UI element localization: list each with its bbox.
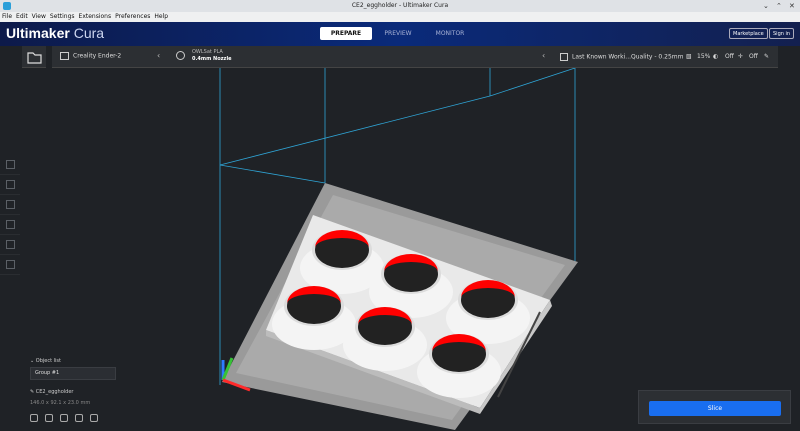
menu-edit[interactable]: Edit — [16, 12, 28, 22]
support-icon: ◐ — [713, 53, 719, 60]
stage-tabs: PREPARE PREVIEW MONITOR — [320, 27, 476, 40]
slice-button[interactable]: Slice — [649, 401, 781, 416]
chevron-left-icon[interactable]: ‹ — [157, 51, 160, 60]
chevron-left-icon[interactable]: ‹ — [542, 51, 545, 60]
menu-extensions[interactable]: Extensions — [79, 12, 112, 22]
material-icon — [176, 51, 185, 60]
adhesion-value: Off — [749, 53, 758, 60]
move-icon — [5, 160, 15, 169]
support-blocker-button[interactable] — [0, 255, 20, 275]
object-list-panel: ⌄ Object list Group #1 — [30, 358, 116, 380]
object-name[interactable]: ✎ CE2_eggholder — [30, 389, 73, 395]
menu-view[interactable]: View — [32, 12, 46, 22]
edit-settings-icon[interactable]: ✎ — [764, 53, 769, 60]
print-settings-selector[interactable]: Last Known Worki...Quality - 0.25mm — [560, 53, 683, 61]
tab-monitor[interactable]: MONITOR — [424, 27, 476, 40]
infill-icon: ▧ — [686, 53, 692, 60]
minimize-button[interactable]: ⌄ — [763, 0, 769, 12]
title-bar: CE2_eggholder - Ultimaker Cura ⌄ ⌃ ✕ — [0, 0, 800, 12]
3d-view-icon[interactable] — [30, 414, 38, 422]
rotate-icon — [5, 200, 15, 209]
menu-bar: File Edit View Settings Extensions Prefe… — [0, 12, 800, 22]
cura-app-icon — [3, 2, 11, 10]
tab-prepare[interactable]: PREPARE — [320, 27, 372, 40]
menu-help[interactable]: Help — [154, 12, 168, 22]
printer-selector[interactable]: Creality Ender-2 — [60, 52, 121, 60]
material-selector[interactable]: OWLSat PLA 0.4mm Nozzle — [192, 49, 232, 63]
app-header: Ultimaker Cura PREPARE PREVIEW MONITOR M… — [0, 22, 800, 46]
right-view-icon[interactable] — [90, 414, 98, 422]
move-tool-button[interactable] — [0, 155, 20, 175]
mirror-icon — [5, 220, 15, 229]
menu-preferences[interactable]: Preferences — [115, 12, 150, 22]
window-title: CE2_eggholder - Ultimaker Cura — [351, 2, 449, 9]
infill-value: 15% — [697, 53, 711, 60]
support-value: Off — [725, 53, 734, 60]
object-dimensions: 146.0 x 92.1 x 23.0 mm — [30, 400, 91, 406]
print-setup-bar: Creality Ender-2 ‹ OWLSat PLA 0.4mm Nozz… — [52, 46, 778, 68]
scale-tool-button[interactable] — [0, 175, 20, 195]
marketplace-button[interactable]: Marketplace — [729, 28, 768, 39]
top-view-icon[interactable] — [60, 414, 68, 422]
scale-icon — [5, 180, 15, 189]
quality-icon — [560, 53, 568, 61]
signin-button[interactable]: Sign in — [769, 28, 795, 39]
rotate-tool-button[interactable] — [0, 195, 20, 215]
adhesion-icon: ✛ — [738, 53, 744, 60]
action-panel: Slice — [638, 390, 791, 424]
left-view-icon[interactable] — [75, 414, 83, 422]
support-blocker-icon — [5, 260, 15, 269]
front-view-icon[interactable] — [45, 414, 53, 422]
printer-icon — [60, 52, 69, 60]
menu-file[interactable]: File — [2, 12, 12, 22]
brand-logo: Ultimaker Cura — [6, 25, 105, 41]
object-list-header[interactable]: ⌄ Object list — [30, 358, 116, 364]
folder-icon — [27, 52, 42, 64]
open-file-button[interactable] — [22, 46, 46, 68]
per-model-settings-button[interactable] — [0, 235, 20, 255]
per-model-settings-icon — [5, 240, 15, 249]
menu-settings[interactable]: Settings — [50, 12, 75, 22]
view-buttons — [30, 414, 98, 422]
mirror-tool-button[interactable] — [0, 215, 20, 235]
object-list-item[interactable]: Group #1 — [30, 367, 116, 380]
maximize-button[interactable]: ⌃ — [776, 0, 782, 12]
tool-column — [0, 155, 20, 275]
close-button[interactable]: ✕ — [789, 0, 795, 12]
tab-preview[interactable]: PREVIEW — [372, 27, 424, 40]
build-volume-viewport[interactable] — [0, 68, 800, 431]
